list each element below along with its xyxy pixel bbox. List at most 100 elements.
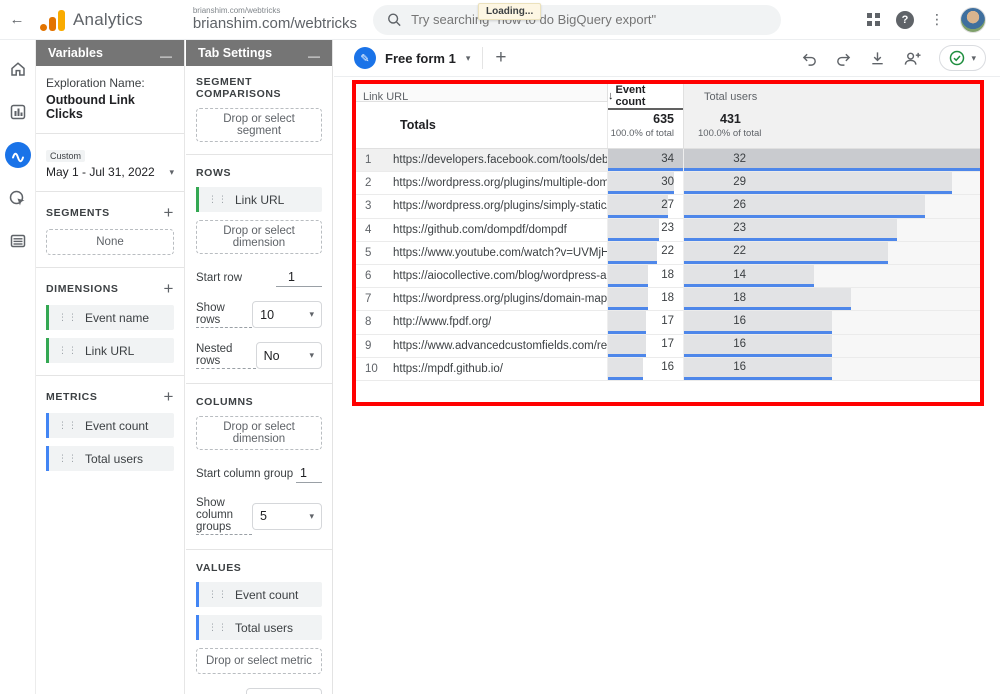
event-count-cell: 17: [607, 335, 683, 357]
help-icon[interactable]: ?: [896, 11, 914, 29]
validation-status-button[interactable]: ▾: [939, 45, 986, 71]
value-chip-label: Total users: [235, 621, 293, 635]
table-row[interactable]: 3https://wordpress.org/plugins/simply-st…: [356, 195, 980, 218]
nav-advertising-icon[interactable]: [5, 185, 31, 211]
nav-explore-icon[interactable]: [5, 142, 31, 168]
tab-settings-panel: Tab Settings — SEGMENT COMPARISONS Drop …: [186, 40, 333, 694]
account-avatar[interactable]: [960, 7, 986, 33]
totals-event-count: 635: [653, 112, 674, 126]
add-segment-button[interactable]: +: [163, 204, 174, 221]
totals-total-users: 431: [720, 112, 741, 126]
table-row[interactable]: 4https://github.com/dompdf/dompdf 23 23: [356, 219, 980, 242]
cell-value: 26: [684, 195, 746, 214]
cell-value: 16: [684, 335, 746, 354]
row-rank: 10: [356, 363, 376, 375]
table-row[interactable]: 7https://wordpress.org/plugins/domain-ma…: [356, 288, 980, 311]
drop-row-dimension-zone[interactable]: Drop or select dimension: [196, 220, 322, 254]
add-tab-button[interactable]: +: [495, 47, 506, 69]
cell-value: 23: [684, 219, 746, 238]
start-column-group-input[interactable]: 1: [296, 464, 322, 483]
link-url-cell: 9 https://www.advancedcustomfields.com/re…: [356, 335, 607, 357]
show-rows-select[interactable]: 10 ▾: [252, 301, 322, 328]
cell-value: 34: [661, 149, 674, 168]
google-apps-icon[interactable]: [867, 13, 880, 26]
dimension-chip-link-url[interactable]: ⋮⋮ Link URL: [46, 338, 174, 363]
link-url-cell: 7https://wordpress.org/plugins/domain-ma…: [356, 288, 607, 310]
drop-column-dimension-zone[interactable]: Drop or select dimension: [196, 416, 322, 450]
freeform-tab[interactable]: Free form 1: [385, 51, 456, 66]
dimension-chip-label: Event name: [85, 311, 149, 325]
freeform-tab-icon: ✎: [354, 47, 376, 69]
show-column-groups-select[interactable]: 5 ▾: [252, 503, 322, 530]
bar-chart-line: [684, 168, 980, 171]
tab-strip: ✎ Free form 1 ▾ + ▾: [334, 40, 1000, 77]
table-row[interactable]: 2https://wordpress.org/plugins/multiple-…: [356, 172, 980, 195]
segments-none-dropzone[interactable]: None: [46, 229, 174, 255]
value-chip-event-count[interactable]: ⋮⋮ Event count: [196, 582, 322, 607]
tab-chevron-down-icon[interactable]: ▾: [466, 53, 471, 64]
table-row[interactable]: 9 https://www.advancedcustomfields.com/re…: [356, 335, 980, 358]
share-user-button[interactable]: [903, 50, 922, 67]
event-count-cell: 16: [607, 358, 683, 380]
nested-rows-select[interactable]: No ▾: [256, 342, 322, 369]
overflow-menu-icon[interactable]: ⋮: [930, 11, 944, 28]
exploration-name[interactable]: Outbound Link Clicks: [46, 93, 174, 121]
row-rank: 9: [356, 340, 376, 352]
table-row[interactable]: 6https://aiocollective.com/blog/wordpres…: [356, 265, 980, 288]
start-row-input[interactable]: 1: [276, 268, 322, 287]
rows-dimension-chip[interactable]: ⋮⋮ Link URL: [196, 187, 322, 212]
redo-button[interactable]: [835, 50, 852, 67]
link-url-value: https://developers.facebook.com/tools/de…: [393, 154, 607, 166]
link-url-cell: 1https://developers.facebook.com/tools/d…: [356, 149, 607, 171]
total-users-cell: 22: [683, 242, 980, 264]
nav-home-icon[interactable]: [5, 56, 31, 82]
show-rows-value: 10: [260, 308, 274, 322]
nested-rows-label: Nested rows: [196, 343, 256, 369]
table-header-row: Link URL ↓ Event count Total users: [356, 84, 980, 102]
property-selector[interactable]: brianshim.com/webtricks brianshim.com/we…: [193, 7, 357, 32]
table-row[interactable]: 5https://www.youtube.com/watch?v=UVMjHco…: [356, 242, 980, 265]
total-users-cell: 32: [683, 149, 980, 171]
add-metric-button[interactable]: +: [163, 388, 174, 405]
nav-rail: [0, 40, 35, 694]
cell-value: 23: [661, 219, 674, 238]
nav-reports-icon[interactable]: [5, 99, 31, 125]
event-count-cell: 27: [607, 195, 683, 217]
table-row[interactable]: 8http://www.fpdf.org/1716: [356, 311, 980, 334]
metric-chip-event-count[interactable]: ⋮⋮ Event count: [46, 413, 174, 438]
value-chip-total-users[interactable]: ⋮⋮ Total users: [196, 615, 322, 640]
table-row[interactable]: 10https://mpdf.github.io/1616: [356, 358, 980, 381]
link-url-cell: 4https://github.com/dompdf/dompdf: [356, 219, 607, 241]
metric-chip-total-users[interactable]: ⋮⋮ Total users: [46, 446, 174, 471]
dimension-chip-event-name[interactable]: ⋮⋮ Event name: [46, 305, 174, 330]
event-count-cell: 34: [607, 149, 683, 171]
drag-handle-icon: ⋮⋮: [58, 420, 78, 431]
search-bar[interactable]: [373, 5, 781, 35]
drop-metric-zone[interactable]: Drop or select metric: [196, 648, 322, 674]
cell-value: 30: [661, 172, 674, 191]
app-name: Analytics: [73, 10, 143, 30]
undo-button[interactable]: [801, 50, 818, 67]
dimension-chip-label: Link URL: [85, 344, 134, 358]
table-row[interactable]: 1https://developers.facebook.com/tools/d…: [356, 149, 980, 172]
cell-value: 32: [684, 149, 746, 168]
drop-segment-zone[interactable]: Drop or select segment: [196, 108, 322, 142]
variables-panel-header: Variables —: [36, 40, 184, 66]
exploration-name-label: Exploration Name:: [46, 76, 174, 90]
download-button[interactable]: [869, 50, 886, 67]
bar-chart-line: [684, 354, 832, 357]
add-dimension-button[interactable]: +: [163, 280, 174, 297]
bar-chart-line: [684, 307, 851, 310]
bar-chart-line: [684, 331, 832, 334]
link-url-value: https://github.com/dompdf/dompdf: [393, 224, 567, 236]
totals-total-users-pct: 100.0% of total: [698, 128, 761, 139]
nav-library-icon[interactable]: [5, 228, 31, 254]
total-users-cell: 16: [683, 358, 980, 380]
date-range-selector[interactable]: May 1 - Jul 31, 2022 ▾: [46, 165, 174, 179]
back-button[interactable]: ←: [0, 11, 34, 28]
cell-type-select[interactable]: Bar ch... ▾: [246, 688, 322, 694]
table-body: 1https://developers.facebook.com/tools/d…: [356, 149, 980, 381]
link-url-value: https://www.advancedcustomfields.com/res…: [393, 340, 607, 352]
row-rank: 6: [356, 270, 376, 282]
search-input[interactable]: [411, 12, 767, 27]
